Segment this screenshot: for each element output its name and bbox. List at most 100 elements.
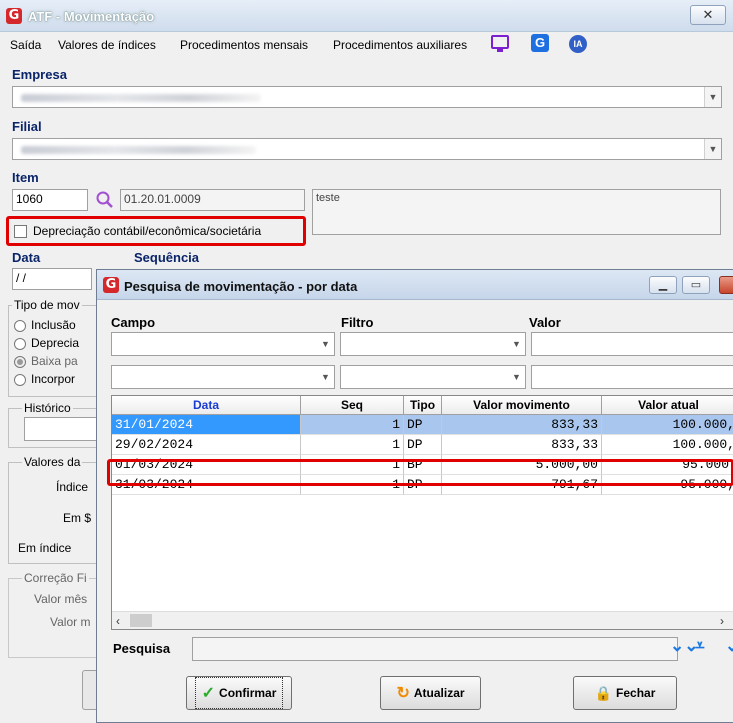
menu-valores-indices[interactable]: Valores de índices	[58, 38, 156, 52]
scroll-left-icon[interactable]: ‹	[116, 614, 120, 628]
minimize-button[interactable]: ▁	[649, 276, 677, 294]
refresh-icon: ↻	[396, 685, 410, 702]
radio-baixa-label: Baixa pa	[31, 354, 78, 368]
dialog-titlebar: G Pesquisa de movimentação - por data ▁ …	[97, 270, 733, 300]
historico-input[interactable]	[24, 417, 98, 441]
filtro-select-1[interactable]: ▼	[340, 332, 526, 356]
atualizar-label: Atualizar	[413, 686, 465, 700]
item-label: Item	[12, 170, 39, 185]
chevron-down-icon: ▼	[704, 139, 721, 159]
chevron-down-icon: ▼	[508, 333, 525, 355]
highlight-box-row	[107, 459, 733, 486]
close-button[interactable]: ✕	[690, 5, 726, 25]
chevron-down-icon: ▼	[317, 366, 334, 388]
check-icon: ✓	[201, 685, 216, 702]
scroll-thumb[interactable]	[130, 614, 152, 627]
confirmar-button[interactable]: ✓ Confirmar	[186, 676, 292, 710]
cell-valor-mov: 833,33	[442, 415, 602, 435]
em-label: Em $	[63, 511, 92, 525]
empresa-label: Empresa	[12, 67, 67, 82]
menu-saida[interactable]: Saída	[10, 38, 41, 52]
g-app-icon[interactable]: G	[531, 34, 549, 52]
scroll-right-icon[interactable]: ›	[720, 614, 724, 628]
cell-tipo: DP	[404, 435, 442, 455]
g-logo-icon: G	[6, 8, 22, 24]
pesquisa-input[interactable]	[192, 637, 678, 661]
monitor-chat-icon[interactable]	[491, 35, 509, 49]
radio-depreciacao[interactable]	[14, 338, 26, 350]
double-chevron-down-last-icon[interactable]: ⩡	[695, 636, 705, 656]
window-title: ATF - Movimentação	[28, 9, 155, 24]
radio-inclusao[interactable]	[14, 320, 26, 332]
chevron-down-icon: ▼	[508, 366, 525, 388]
results-grid[interactable]: Data Seq Tipo Valor movimento Valor atua…	[111, 395, 733, 630]
radio-inclusao-label: Inclusão	[31, 318, 76, 332]
valor-input-1[interactable]	[531, 332, 733, 356]
data-input[interactable]: / /	[12, 268, 92, 290]
monitor-stand	[497, 49, 503, 52]
cell-data: 29/02/2024	[112, 435, 301, 455]
table-row[interactable]: 31/01/2024 1 DP 833,33 100.000,	[112, 415, 733, 435]
menu-procedimentos-mensais[interactable]: Procedimentos mensais	[180, 38, 308, 52]
depreciacao-label: Depreciação contábil/econômica/societári…	[33, 224, 262, 238]
cell-valor-mov: 833,33	[442, 435, 602, 455]
valor-m-label: Valor m	[50, 615, 91, 629]
empresa-select[interactable]: ▼	[12, 86, 722, 108]
ia-icon[interactable]: IA	[569, 35, 587, 53]
sequencia-label: Sequência	[134, 250, 200, 265]
historico-label: Histórico	[22, 401, 73, 415]
col-header-data[interactable]: Data	[112, 396, 301, 415]
menu-procedimentos-auxiliares[interactable]: Procedimentos auxiliares	[333, 38, 467, 52]
window-titlebar: G ATF - Movimentação ✕	[0, 0, 733, 32]
chevron-down-icon: ▼	[317, 333, 334, 355]
filial-label: Filial	[12, 119, 42, 134]
em-indice-label: Em índice	[18, 541, 72, 555]
cell-seq: 1	[301, 415, 404, 435]
horizontal-scrollbar[interactable]: ‹ ›	[112, 611, 733, 629]
radio-incorporacao[interactable]	[14, 374, 26, 386]
cell-valor-atual: 100.000,	[602, 435, 733, 455]
correcao-group-label: Correção Fi	[22, 571, 89, 585]
campo-header: Campo	[111, 315, 156, 330]
filtro-header: Filtro	[341, 315, 374, 330]
chevron-down-icon: ▼	[704, 87, 721, 107]
cell-seq: 1	[301, 435, 404, 455]
col-header-valor-movimento[interactable]: Valor movimento	[442, 396, 602, 415]
lock-icon: 🔒	[594, 684, 613, 701]
confirmar-label: Confirmar	[219, 686, 277, 700]
item-desc-field: teste	[312, 189, 721, 235]
maximize-button[interactable]: ▭	[682, 276, 710, 294]
cell-tipo: DP	[404, 415, 442, 435]
dialog-close-button[interactable]	[719, 276, 733, 294]
indice-label: Índice	[56, 480, 89, 494]
filial-select[interactable]: ▼	[12, 138, 722, 160]
g-logo-icon: G	[103, 277, 119, 293]
col-header-tipo[interactable]: Tipo	[404, 396, 442, 415]
item-code-input[interactable]: 1060	[12, 189, 88, 211]
col-header-valor-atual[interactable]: Valor atual	[602, 396, 733, 415]
depreciacao-checkbox[interactable]	[14, 225, 27, 238]
dialog-title: Pesquisa de movimentação - por data	[124, 279, 358, 294]
valor-header: Valor	[529, 315, 561, 330]
radio-baixa	[14, 356, 26, 368]
item-account-field: 01.20.01.0009	[120, 189, 305, 211]
tipo-group-label: Tipo de mov	[12, 298, 82, 312]
atualizar-button[interactable]: ↻ Atualizar	[380, 676, 481, 710]
cell-valor-atual: 100.000,	[602, 415, 733, 435]
more-icon[interactable]: ⌄	[725, 636, 733, 656]
valor-input-2[interactable]	[531, 365, 733, 389]
search-icon[interactable]	[95, 190, 115, 210]
pesquisa-label: Pesquisa	[113, 641, 171, 656]
filtro-select-2[interactable]: ▼	[340, 365, 526, 389]
campo-select-2[interactable]: ▼	[111, 365, 335, 389]
valor-mes-label: Valor mês	[34, 592, 88, 606]
fechar-label: Fechar	[616, 686, 656, 700]
data-label: Data	[12, 250, 41, 265]
campo-select-1[interactable]: ▼	[111, 332, 335, 356]
radio-incorporacao-label: Incorpor	[31, 372, 76, 386]
fechar-button[interactable]: 🔒 Fechar	[573, 676, 677, 710]
table-row[interactable]: 29/02/2024 1 DP 833,33 100.000,	[112, 435, 733, 455]
valores-group-label: Valores da	[22, 455, 83, 469]
col-header-seq[interactable]: Seq	[301, 396, 404, 415]
main-button-partial[interactable]	[82, 670, 96, 710]
